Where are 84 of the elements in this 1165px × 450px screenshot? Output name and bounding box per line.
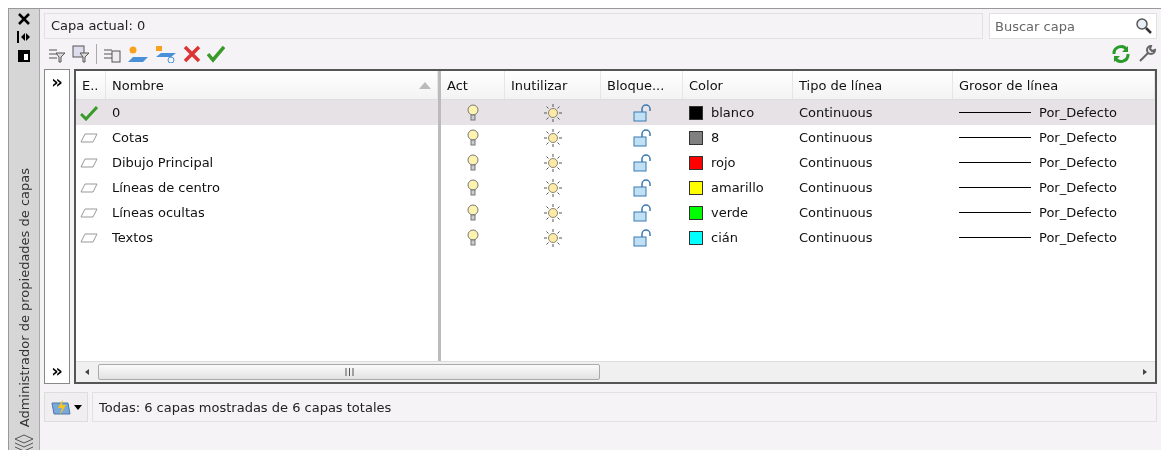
color-swatch[interactable] <box>689 130 703 145</box>
layer-name: Textos <box>112 230 154 245</box>
new-frozen-layer-icon[interactable] <box>155 45 177 63</box>
auto-hide-icon[interactable] <box>17 31 31 43</box>
layer-name: Líneas ocultas <box>112 205 205 220</box>
column-header[interactable]: Tipo de línea <box>793 71 953 99</box>
open-lock-icon[interactable] <box>633 178 651 197</box>
linetype-text: Continuous <box>799 130 873 145</box>
scrollbar-thumb[interactable] <box>98 364 600 380</box>
column-header[interactable]: Nombre <box>106 71 438 99</box>
lineweight-sample-line <box>959 187 1031 188</box>
column-header[interactable]: E.. <box>76 71 106 99</box>
sun-icon[interactable] <box>544 103 562 122</box>
filter-group-icon[interactable] <box>72 45 90 63</box>
linetype-text: Continuous <box>799 180 873 195</box>
open-lock-icon[interactable] <box>633 228 651 247</box>
lineweight-text: Por_Defecto <box>1039 180 1117 195</box>
properties-icon[interactable] <box>17 49 31 63</box>
linetype-text: Continuous <box>799 155 873 170</box>
linetype-text: Continuous <box>799 205 873 220</box>
layer-name: Dibujo Principal <box>112 155 214 170</box>
status-text: Todas: 6 capas mostradas de 6 capas totales <box>92 392 1157 422</box>
color-swatch[interactable] <box>689 180 703 195</box>
filter-dropdown-button[interactable] <box>44 392 88 422</box>
filter-lightning-icon <box>50 398 72 416</box>
layers-icon <box>14 433 34 450</box>
lineweight-sample-line <box>959 162 1031 163</box>
open-lock-icon[interactable] <box>633 128 651 147</box>
lightbulb-icon[interactable] <box>467 153 479 172</box>
lineweight-text: Por_Defecto <box>1039 130 1117 145</box>
panel-title: Administrador de propiedades de capas <box>16 167 32 427</box>
sun-icon[interactable] <box>544 128 562 147</box>
linetype-text: Continuous <box>799 230 873 245</box>
column-header[interactable]: Grosor de línea <box>953 71 1155 99</box>
refresh-icon[interactable] <box>1111 44 1131 64</box>
color-swatch[interactable] <box>689 105 703 120</box>
new-layer-icon[interactable] <box>127 45 149 63</box>
set-current-check-icon[interactable] <box>207 45 225 63</box>
lightbulb-icon[interactable] <box>467 203 479 222</box>
grip-icon <box>344 368 354 376</box>
column-header[interactable]: Color <box>683 71 793 99</box>
sort-arrow-icon <box>419 81 431 89</box>
sun-icon[interactable] <box>544 203 562 222</box>
lightbulb-icon[interactable] <box>467 228 479 247</box>
layer-name: 0 <box>112 105 121 120</box>
column-header[interactable]: Inutilizar <box>505 71 601 99</box>
color-name: blanco <box>711 105 755 120</box>
delete-icon[interactable] <box>183 45 201 63</box>
color-name: amarillo <box>711 180 764 195</box>
lineweight-sample-line <box>959 237 1031 238</box>
lineweight-sample-line <box>959 212 1031 213</box>
column-header[interactable]: Bloque... <box>601 71 683 99</box>
open-lock-icon[interactable] <box>633 153 651 172</box>
lightbulb-icon[interactable] <box>467 103 479 122</box>
color-swatch[interactable] <box>689 230 703 245</box>
lineweight-text: Por_Defecto <box>1039 155 1117 170</box>
current-layer-label: Capa actual: 0 <box>44 13 983 39</box>
color-name: verde <box>711 205 749 220</box>
layer-row[interactable]: 0 <box>76 100 438 125</box>
sun-icon[interactable] <box>544 228 562 247</box>
color-name: rojo <box>711 155 736 170</box>
lightbulb-icon[interactable] <box>467 178 479 197</box>
layer-name: Líneas de centro <box>112 180 220 195</box>
open-lock-icon[interactable] <box>633 103 651 122</box>
lineweight-sample-line <box>959 112 1031 113</box>
lineweight-text: Por_Defecto <box>1039 105 1117 120</box>
lightbulb-icon[interactable] <box>467 128 479 147</box>
search-field[interactable]: Buscar capa <box>989 13 1157 39</box>
lineweight-text: Por_Defecto <box>1039 205 1117 220</box>
sun-icon[interactable] <box>544 153 562 172</box>
search-icon <box>1136 18 1152 34</box>
color-name: cián <box>711 230 738 245</box>
lineweight-sample-line <box>959 137 1031 138</box>
linetype-text: Continuous <box>799 105 873 120</box>
caret-icon <box>74 404 82 410</box>
column-header[interactable]: Act <box>441 71 505 99</box>
sun-icon[interactable] <box>544 178 562 197</box>
color-name: 8 <box>711 130 720 145</box>
open-lock-icon[interactable] <box>633 203 651 222</box>
lineweight-text: Por_Defecto <box>1039 230 1117 245</box>
color-swatch[interactable] <box>689 155 703 170</box>
color-swatch[interactable] <box>689 205 703 220</box>
wrench-icon[interactable] <box>1137 44 1157 64</box>
layer-name: Cotas <box>112 130 149 145</box>
